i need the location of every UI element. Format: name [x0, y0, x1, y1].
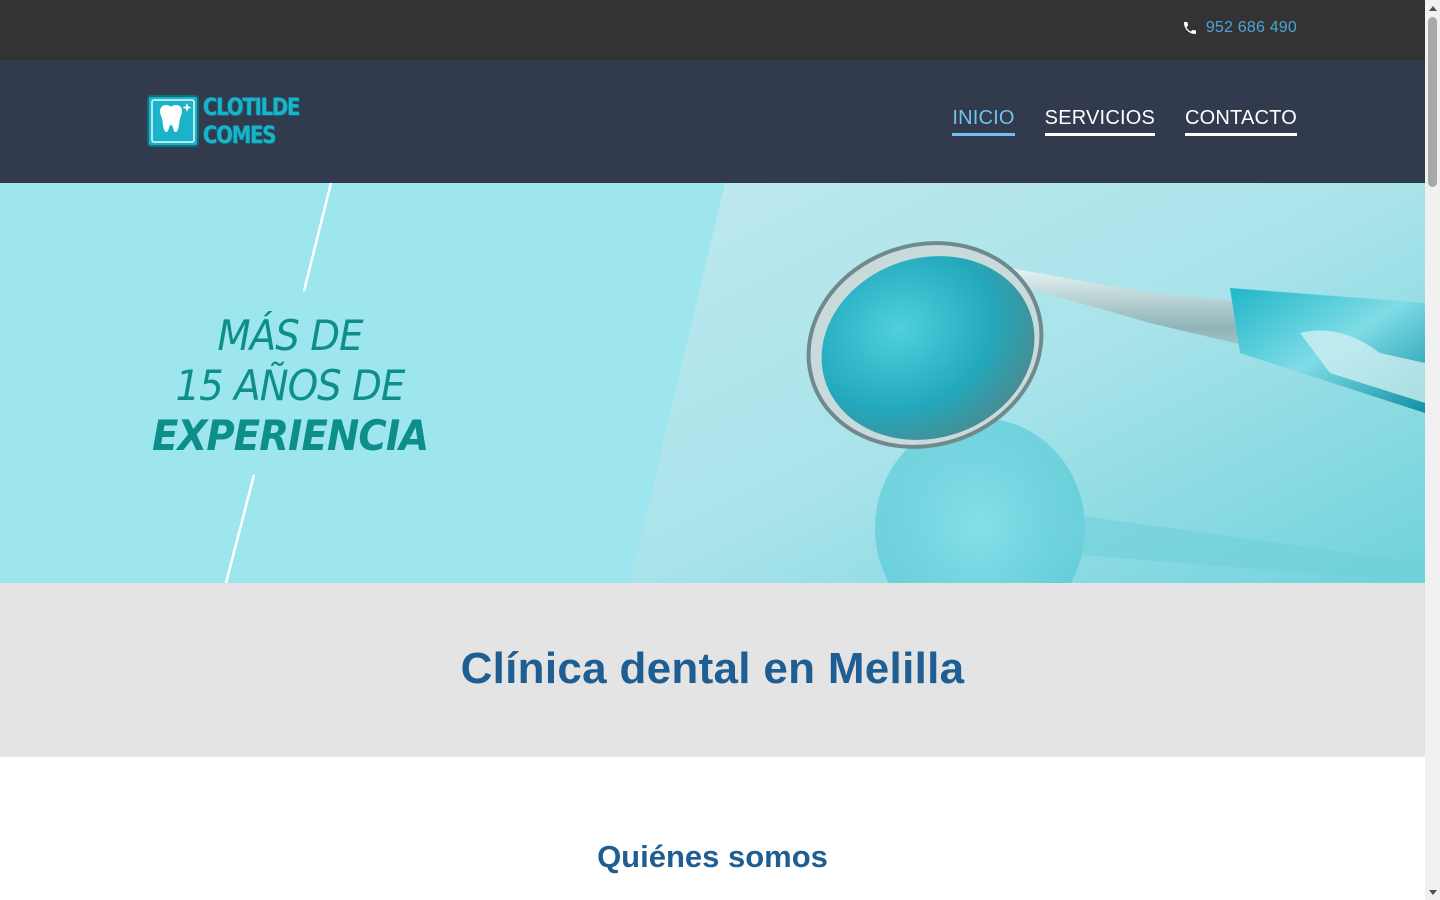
site-logo[interactable]: CLOTILDE COMES — [147, 93, 320, 149]
phone-number: 952 686 490 — [1205, 19, 1297, 36]
nav-item-contacto[interactable]: CONTACTO — [1185, 107, 1297, 136]
nav-item-servicios[interactable]: SERVICIOS — [1044, 107, 1156, 136]
tooth-logo-icon — [147, 95, 199, 147]
scroll-down-arrow-icon[interactable] — [1425, 885, 1440, 900]
logo-wordmark: CLOTILDE COMES — [203, 93, 320, 149]
hero-line-3: EXPERIENCIA — [152, 411, 429, 460]
site-header: CLOTILDE COMES INICIO SERVICIOS CONTACTO — [0, 60, 1425, 183]
phone-icon — [1183, 22, 1196, 34]
phone-link[interactable]: 952 686 490 — [1182, 19, 1297, 37]
about-section: Quiénes somos — [0, 757, 1425, 900]
hero-banner: MÁS DE 15 AÑOS DE EXPERIENCIA — [0, 183, 1425, 583]
main-nav: INICIO SERVICIOS CONTACTO — [952, 107, 1297, 136]
scroll-thumb[interactable] — [1428, 17, 1437, 187]
page-title: Clínica dental en Melilla — [460, 644, 965, 693]
title-section: Clínica dental en Melilla — [0, 583, 1425, 757]
page: 952 686 490 CLOTILDE COMES INICIO SERVIC… — [0, 0, 1425, 900]
hero-headline: MÁS DE 15 AÑOS DE EXPERIENCIA — [140, 311, 440, 461]
scroll-up-arrow-icon[interactable] — [1425, 0, 1440, 15]
nav-item-inicio[interactable]: INICIO — [952, 107, 1015, 136]
logo-line-1: CLOTILDE — [203, 93, 300, 121]
about-heading: Quiénes somos — [597, 839, 828, 874]
top-bar: 952 686 490 — [0, 0, 1425, 60]
hero-line-1: MÁS DE — [217, 311, 363, 360]
hero-line-2: 15 AÑOS DE — [175, 361, 406, 410]
logo-line-2: COMES — [203, 121, 276, 149]
page-scrollbar[interactable] — [1425, 0, 1440, 900]
